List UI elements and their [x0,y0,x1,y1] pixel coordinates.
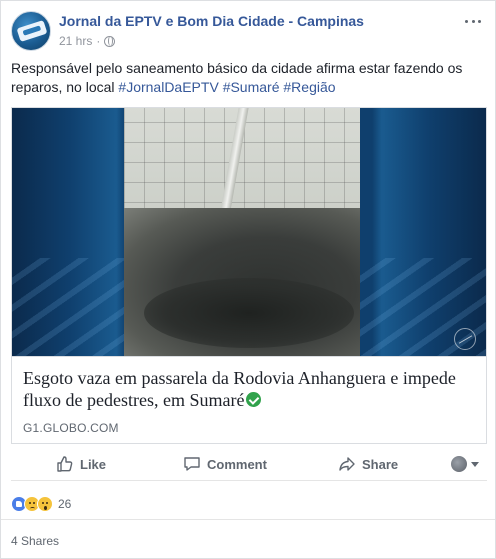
hashtag-regiao[interactable]: #Região [283,79,335,95]
reaction-count[interactable]: 26 [58,497,71,511]
comment-label: Comment [207,456,267,472]
profile-globe-icon [451,456,467,472]
page-avatar[interactable] [11,11,51,51]
comment-button[interactable]: Comment [183,449,267,479]
verified-check-icon [246,392,262,407]
wow-icon [37,496,53,512]
shares-count[interactable]: 4 Shares [11,534,59,548]
link-title-text: Esgoto vaza em passarela da Rodovia Anha… [23,368,456,410]
link-domain: G1.GLOBO.COM [23,421,119,435]
more-options-icon[interactable] [465,13,481,29]
thumbs-up-icon [56,455,74,473]
divider [1,519,495,520]
sewage-puddle [144,278,354,348]
page-name-link[interactable]: Jornal da EPTV e Bom Dia Cidade - Campin… [59,13,364,29]
eptv-logo [16,20,48,42]
action-bar: Like Comment Share [11,449,487,481]
comment-icon [183,455,201,473]
chevron-down-icon [471,461,479,467]
sewage-photo [124,108,360,356]
broadcaster-watermark-icon [454,328,476,350]
share-label: Share [362,456,399,472]
like-button[interactable]: Like [56,449,106,479]
audience-selector[interactable] [451,449,479,479]
link-preview[interactable]: Esgoto vaza em passarela da Rodovia Anha… [11,107,487,444]
hashtag-jornaldaeptv[interactable]: #JornalDaEPTV [118,79,218,95]
reactions-summary[interactable]: 26 [11,495,71,513]
post-timestamp[interactable]: 21 hrs [59,34,92,48]
share-button[interactable]: Share [338,449,398,479]
hashtag-sumare[interactable]: #Sumaré [223,79,280,95]
link-preview-body[interactable]: Esgoto vaza em passarela da Rodovia Anha… [12,356,486,443]
meta-separator: · [96,34,101,48]
post-text: Responsável pelo saneamento básico da ci… [11,59,481,97]
post-header: Jornal da EPTV e Bom Dia Cidade - Campin… [11,11,485,51]
globe-icon [104,35,116,47]
post-card: Jornal da EPTV e Bom Dia Cidade - Campin… [0,0,496,559]
share-icon [338,455,356,473]
link-preview-image[interactable] [12,108,486,356]
post-meta: 21 hrs · [59,34,116,48]
like-label: Like [80,456,107,472]
link-title[interactable]: Esgoto vaza em passarela da Rodovia Anha… [23,367,473,411]
